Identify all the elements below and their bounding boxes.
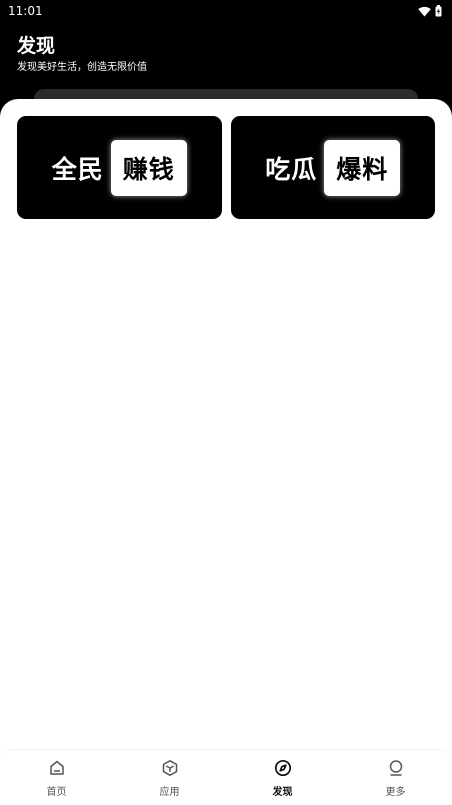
battery-icon bbox=[435, 5, 442, 17]
status-icons bbox=[418, 5, 442, 17]
cube-icon bbox=[161, 759, 179, 777]
nav-label: 更多 bbox=[385, 787, 406, 798]
page-title: 发现 bbox=[17, 35, 56, 57]
status-bar: 11:01 bbox=[0, 0, 452, 22]
nav-item-home[interactable]: 首页 bbox=[0, 750, 113, 805]
compass-icon bbox=[274, 759, 292, 777]
banner-lead-text: 吃瓜 bbox=[265, 154, 318, 184]
nav-label: 发现 bbox=[272, 787, 293, 798]
banner-grid: 全民 赚钱 吃瓜 爆料 bbox=[17, 116, 435, 219]
banner-box-text: 爆料 bbox=[324, 139, 401, 196]
banner-lead-text: 全民 bbox=[51, 154, 104, 184]
status-time: 11:01 bbox=[8, 4, 43, 18]
banner-box-text: 赚钱 bbox=[110, 139, 187, 196]
wifi-icon bbox=[418, 6, 431, 17]
nav-item-apps[interactable]: 应用 bbox=[113, 750, 226, 805]
nav-item-discover[interactable]: 发现 bbox=[226, 750, 339, 805]
banner-gossip[interactable]: 吃瓜 爆料 bbox=[230, 116, 435, 219]
user-icon bbox=[387, 759, 405, 777]
nav-label: 首页 bbox=[46, 787, 67, 798]
nav-label: 应用 bbox=[159, 787, 180, 798]
content-area: 全民 赚钱 吃瓜 爆料 bbox=[0, 99, 452, 749]
page-subtitle: 发现美好生活，创造无限价值 bbox=[17, 62, 147, 73]
banner-earn-money[interactable]: 全民 赚钱 bbox=[17, 116, 222, 219]
nav-item-more[interactable]: 更多 bbox=[339, 750, 452, 805]
bottom-nav: 首页 应用 发现 更多 bbox=[0, 749, 452, 805]
home-icon bbox=[48, 759, 66, 777]
screen: 11:01 发现 发现美好生活，创造无限价值 全民 赚钱 吃瓜 爆料 首页 应用… bbox=[0, 0, 452, 805]
